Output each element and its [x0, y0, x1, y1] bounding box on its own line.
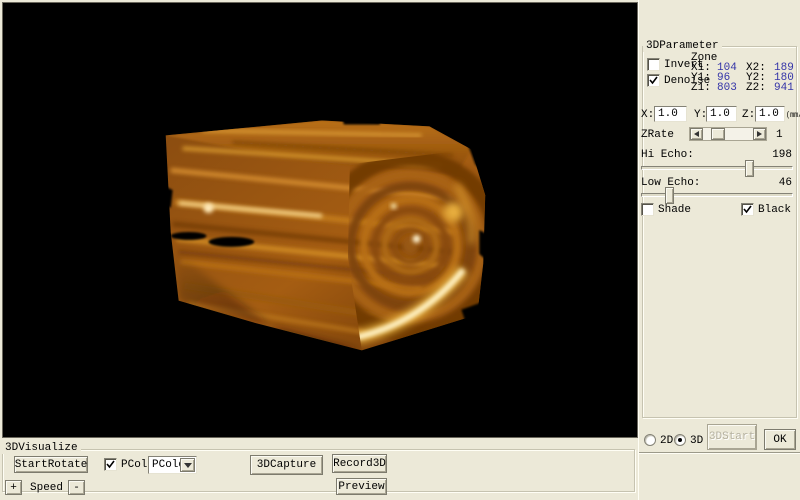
preview-button[interactable]: Preview: [336, 478, 387, 495]
check-icon: [106, 460, 115, 469]
invert-checkbox[interactable]: [647, 58, 660, 71]
chevron-down-icon: [184, 463, 192, 468]
panel-separator: [639, 452, 800, 454]
hi-echo-value: 198: [772, 149, 792, 161]
hi-echo-label: Hi Echo:: [641, 149, 694, 161]
mode-2d-label: 2D: [660, 435, 673, 447]
pcolor-combo-dropdown-button[interactable]: [180, 458, 195, 472]
zone-z2-value: 941: [774, 82, 794, 94]
hi-echo-track[interactable]: [641, 166, 793, 170]
low-echo-value: 46: [779, 177, 792, 189]
parameter-groupbox: [642, 46, 797, 418]
ok-button[interactable]: OK: [764, 429, 796, 450]
mode-3d-radio[interactable]: [674, 434, 686, 446]
pcolor-checkbox[interactable]: [104, 458, 117, 471]
speed-plus-button[interactable]: +: [5, 480, 22, 495]
shade-checkbox[interactable]: [641, 203, 654, 216]
app-window: 3DParameter Invert Denoise Zone X1: 104 …: [0, 0, 800, 500]
3dstart-button[interactable]: 3DStart: [707, 424, 757, 450]
black-label: Black: [758, 204, 791, 216]
shade-label: Shade: [658, 204, 691, 216]
zone-z1-label: Z1:: [691, 82, 711, 94]
arrow-right-icon: [757, 131, 762, 137]
check-icon: [649, 76, 658, 85]
visualize-group-label: 3DVisualize: [2, 442, 81, 454]
z-scale-input[interactable]: [755, 106, 785, 122]
arrow-left-icon: [694, 131, 699, 137]
parameter-group-label: 3DParameter: [643, 40, 722, 52]
zrate-right-arrow[interactable]: [753, 128, 766, 140]
check-icon: [743, 205, 752, 214]
parameter-panel: 3DParameter Invert Denoise Zone X1: 104 …: [638, 0, 800, 500]
mode-2d-radio[interactable]: [644, 434, 656, 446]
mode-3d-label: 3D: [690, 435, 703, 447]
zone-z2-label: Z2:: [746, 82, 766, 94]
z-scale-label: Z:: [742, 109, 755, 121]
low-echo-track[interactable]: [641, 193, 793, 197]
3d-viewport[interactable]: [2, 2, 638, 438]
record3d-button[interactable]: Record3D: [332, 454, 387, 473]
denoise-checkbox[interactable]: [647, 74, 660, 87]
hi-echo-thumb[interactable]: [745, 160, 754, 177]
low-echo-thumb[interactable]: [665, 187, 674, 204]
zrate-label: ZRate: [641, 129, 674, 141]
speed-label: Speed: [30, 482, 63, 494]
zrate-value: 1: [776, 129, 783, 141]
pcolor-combobox[interactable]: PColor: [148, 456, 197, 474]
visualize-panel: 3DVisualize StartRotate + Speed - PColor…: [0, 438, 638, 500]
radio-dot-icon: [678, 438, 682, 442]
x-scale-input[interactable]: [654, 106, 687, 122]
x-scale-label: X:: [641, 109, 654, 121]
zrate-left-arrow[interactable]: [690, 128, 703, 140]
zrate-scrollbar[interactable]: [689, 127, 767, 141]
y-scale-input[interactable]: [706, 106, 737, 122]
scale-unit-label: (mm/p): [786, 110, 800, 122]
black-checkbox[interactable]: [741, 203, 754, 216]
3dcapture-button[interactable]: 3DCapture: [250, 455, 323, 475]
speed-minus-button[interactable]: -: [68, 480, 85, 495]
volume-render: [3, 3, 637, 437]
zone-z1-value: 803: [717, 82, 737, 94]
start-rotate-button[interactable]: StartRotate: [14, 456, 88, 473]
zrate-thumb[interactable]: [711, 128, 725, 140]
